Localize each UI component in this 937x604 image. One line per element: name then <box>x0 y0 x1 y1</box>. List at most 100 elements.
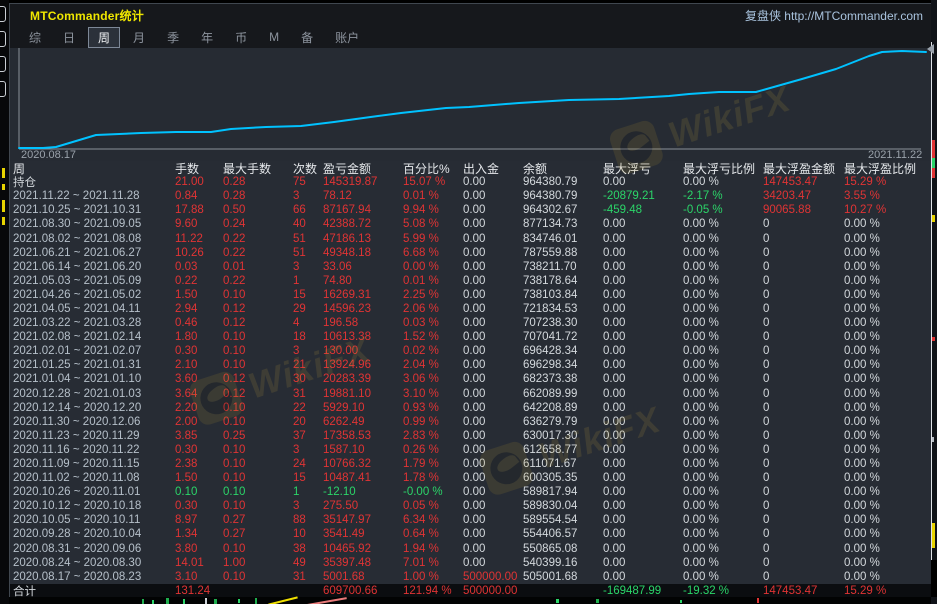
row-cell: 0.00 % <box>842 275 932 287</box>
row-cell: 87167.94 <box>321 204 401 216</box>
row-cell: 0.00 <box>601 388 681 400</box>
statistics-window: MTCommander统计 复盘侠 http://MTCommander.com… <box>9 3 931 597</box>
row-cell: 0 <box>761 359 842 371</box>
row-cell: 0.00 % <box>681 289 761 301</box>
row-cell: 0 <box>761 571 842 583</box>
table-row[interactable]: 2021.04.26 ~ 2021.05.021.500.101516269.3… <box>10 288 932 302</box>
table-row[interactable]: 2020.08.24 ~ 2020.08.3014.011.004935397.… <box>10 556 932 570</box>
table-row[interactable]: 2020.08.17 ~ 2020.08.233.100.10315001.68… <box>10 570 932 584</box>
row-label: 2020.11.23 ~ 2020.11.29 <box>10 430 173 442</box>
menu-item-日[interactable]: 日 <box>54 28 84 47</box>
header-cell: 手数 <box>173 160 221 177</box>
row-cell: 0 <box>761 416 842 428</box>
menu-item-备[interactable]: 备 <box>292 28 322 47</box>
table-row[interactable]: 2021.05.03 ~ 2021.05.090.220.22174.800.0… <box>10 274 932 288</box>
table-row[interactable]: 持仓21.000.2875145319.8715.07 %0.00964380.… <box>10 175 932 189</box>
table-row[interactable]: 2020.11.30 ~ 2020.12.062.000.10206262.49… <box>10 415 932 429</box>
row-cell: 0.00 <box>461 345 521 357</box>
row-cell: 35397.48 <box>321 557 401 569</box>
table-row[interactable]: 2020.09.28 ~ 2020.10.041.340.27103541.49… <box>10 527 932 541</box>
row-cell: 0.00 % <box>842 233 932 245</box>
row-cell: 15.29 % <box>842 585 932 597</box>
menu-item-周[interactable]: 周 <box>88 27 120 48</box>
row-cell: 0.00 % <box>681 275 761 287</box>
table-row[interactable]: 2021.08.30 ~ 2021.09.059.600.244042388.7… <box>10 217 932 231</box>
table-row[interactable]: 2021.10.25 ~ 2021.10.3117.880.506687167.… <box>10 203 932 217</box>
row-label: 2021.08.30 ~ 2021.09.05 <box>10 218 173 230</box>
menu-bar: 综日周月季年币M备账户 <box>10 26 931 48</box>
menu-item-年[interactable]: 年 <box>192 28 222 47</box>
total-row[interactable]: 合计131.24609700.66121.94 %500000.00-16948… <box>10 584 932 598</box>
row-cell: 0 <box>761 289 842 301</box>
row-cell: 0.22 <box>173 275 221 287</box>
row-cell: 0.00 <box>601 402 681 414</box>
brand-link[interactable]: 复盘侠 http://MTCommander.com <box>745 7 923 24</box>
row-cell: 0 <box>761 218 842 230</box>
table-row[interactable]: 2021.01.25 ~ 2021.01.312.100.102113924.9… <box>10 358 932 372</box>
row-cell: 0.00 % <box>842 402 932 414</box>
row-cell: 0.00 % <box>842 472 932 484</box>
table-row[interactable]: 2020.12.28 ~ 2021.01.033.640.123119881.1… <box>10 387 932 401</box>
table-row[interactable]: 2021.06.14 ~ 2021.06.200.030.01333.060.0… <box>10 260 932 274</box>
menu-item-M[interactable]: M <box>260 29 288 45</box>
menu-item-账户[interactable]: 账户 <box>326 28 368 47</box>
row-cell: -169487.99 <box>601 585 681 597</box>
table-row[interactable]: 2021.01.04 ~ 2021.01.103.600.123020283.3… <box>10 372 932 386</box>
row-cell: 42388.72 <box>321 218 401 230</box>
table-row[interactable]: 2021.06.21 ~ 2021.06.2710.260.225149348.… <box>10 246 932 260</box>
row-cell: 0.00 <box>601 233 681 245</box>
table-row[interactable]: 2021.08.02 ~ 2021.08.0811.220.225147186.… <box>10 231 932 245</box>
table-row[interactable]: 2021.03.22 ~ 2021.03.280.460.124196.580.… <box>10 316 932 330</box>
row-cell: 17.88 <box>173 204 221 216</box>
table-row[interactable]: 2021.04.05 ~ 2021.04.112.940.122914596.2… <box>10 302 932 316</box>
table-row[interactable]: 2020.10.26 ~ 2020.11.010.100.101-12.10-0… <box>10 485 932 499</box>
row-cell: 0.00 % <box>681 571 761 583</box>
row-label: 2021.06.21 ~ 2021.06.27 <box>10 247 173 259</box>
table-row[interactable]: 2020.11.16 ~ 2020.11.220.300.1031587.100… <box>10 443 932 457</box>
row-cell: 0 <box>761 373 842 385</box>
row-cell: 30 <box>291 373 321 385</box>
table-row[interactable]: 2020.10.05 ~ 2020.10.118.970.278835147.9… <box>10 513 932 527</box>
row-cell: 0.00 % <box>681 373 761 385</box>
row-cell: 0.00 % <box>842 528 932 540</box>
row-cell: 0.10 <box>221 289 291 301</box>
table-row[interactable]: 2020.11.02 ~ 2020.11.081.500.101510487.4… <box>10 471 932 485</box>
row-cell: 0.00 <box>461 402 521 414</box>
row-cell: 0.00 <box>461 233 521 245</box>
table-row[interactable]: 2020.11.09 ~ 2020.11.152.380.102410766.3… <box>10 457 932 471</box>
row-cell: 21.00 <box>173 176 221 188</box>
row-cell: 0.00 <box>601 571 681 583</box>
row-cell: 0.00 % <box>681 303 761 315</box>
table-row[interactable]: 2020.11.23 ~ 2020.11.293.850.253717358.5… <box>10 429 932 443</box>
table-row[interactable]: 2021.11.22 ~ 2021.11.280.840.28378.120.0… <box>10 189 932 203</box>
row-cell: 612658.77 <box>521 444 601 456</box>
table-row[interactable]: 2020.10.12 ~ 2020.10.180.300.103275.500.… <box>10 499 932 513</box>
row-cell: 0.00 % <box>681 247 761 259</box>
row-cell: 3.10 <box>173 571 221 583</box>
row-cell: 0.00 <box>601 359 681 371</box>
background-chart-fragment <box>0 597 937 604</box>
menu-item-综[interactable]: 综 <box>20 28 50 47</box>
table-row[interactable]: 2021.02.01 ~ 2021.02.070.300.103130.000.… <box>10 344 932 358</box>
row-cell: 0.00 <box>461 557 521 569</box>
row-cell: 0 <box>761 388 842 400</box>
row-cell: 4 <box>291 317 321 329</box>
row-label: 2021.01.04 ~ 2021.01.10 <box>10 373 173 385</box>
menu-item-币[interactable]: 币 <box>226 28 256 47</box>
row-label: 2020.08.24 ~ 2020.08.30 <box>10 557 173 569</box>
equity-chart[interactable]: 2020.08.17 2021.11.22 WikiFX <box>10 48 932 161</box>
row-cell: 0.00 % <box>842 514 932 526</box>
menu-item-月[interactable]: 月 <box>124 28 154 47</box>
row-cell: 10613.38 <box>321 331 401 343</box>
row-cell: 34203.47 <box>761 190 842 202</box>
row-cell: 78.12 <box>321 190 401 202</box>
row-cell: 738211.70 <box>521 261 601 273</box>
table-row[interactable]: 2021.02.08 ~ 2021.02.141.800.101810613.3… <box>10 330 932 344</box>
row-cell: 0.25 <box>221 430 291 442</box>
row-cell: 0.10 <box>221 486 291 498</box>
row-cell: 0 <box>761 514 842 526</box>
row-cell: -459.48 <box>601 204 681 216</box>
menu-item-季[interactable]: 季 <box>158 28 188 47</box>
table-row[interactable]: 2020.08.31 ~ 2020.09.063.800.103810465.9… <box>10 542 932 556</box>
table-row[interactable]: 2020.12.14 ~ 2020.12.202.200.10225929.10… <box>10 401 932 415</box>
